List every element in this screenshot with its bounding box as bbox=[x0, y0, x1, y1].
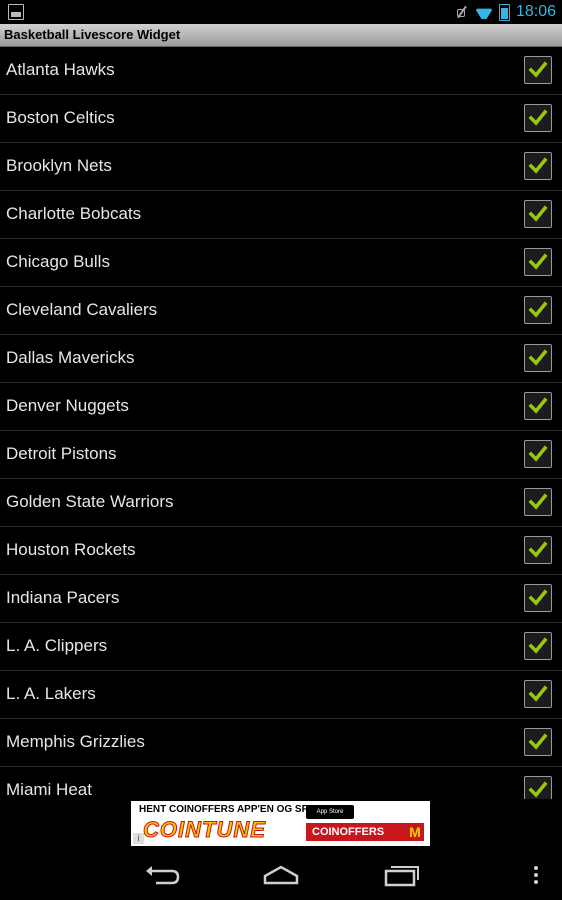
team-name: Dallas Mavericks bbox=[6, 348, 135, 367]
team-name: Houston Rockets bbox=[6, 540, 136, 559]
ad-info-icon[interactable]: i bbox=[133, 833, 144, 844]
team-row[interactable]: Memphis Grizzlies bbox=[0, 719, 562, 767]
team-checkbox[interactable] bbox=[524, 776, 552, 799]
team-checkbox[interactable] bbox=[524, 680, 552, 708]
checkmark-icon bbox=[528, 349, 548, 366]
checkmark-icon bbox=[528, 253, 548, 270]
team-name: Miami Heat bbox=[6, 780, 92, 799]
team-name: Golden State Warriors bbox=[6, 492, 174, 511]
ad-logo: COINTUNE bbox=[143, 817, 266, 843]
team-row[interactable]: Brooklyn Nets bbox=[0, 143, 562, 191]
team-checkbox[interactable] bbox=[524, 248, 552, 276]
team-name: Detroit Pistons bbox=[6, 444, 117, 463]
team-checkbox[interactable] bbox=[524, 344, 552, 372]
checkmark-icon bbox=[528, 109, 548, 126]
checkmark-icon bbox=[528, 445, 548, 462]
overflow-menu-icon[interactable] bbox=[528, 863, 544, 887]
checkmark-icon bbox=[528, 733, 548, 750]
checkmark-icon bbox=[528, 541, 548, 558]
team-name: Boston Celtics bbox=[6, 108, 115, 127]
team-row[interactable]: Chicago Bulls bbox=[0, 239, 562, 287]
team-checkbox[interactable] bbox=[524, 728, 552, 756]
team-list[interactable]: Atlanta Hawks Boston Celtics Brooklyn Nets… bbox=[0, 47, 562, 799]
team-checkbox[interactable] bbox=[524, 632, 552, 660]
team-name: Memphis Grizzlies bbox=[6, 732, 145, 751]
team-row[interactable]: Golden State Warriors bbox=[0, 479, 562, 527]
status-time: 18:06 bbox=[515, 3, 556, 20]
checkmark-icon bbox=[528, 493, 548, 510]
team-row[interactable]: Houston Rockets bbox=[0, 527, 562, 575]
navigation-bar bbox=[0, 850, 562, 900]
team-name: Indiana Pacers bbox=[6, 588, 120, 607]
ad-headline: HENT COINOFFERS APP'EN OG SPIL bbox=[139, 804, 318, 815]
team-name: Chicago Bulls bbox=[6, 252, 110, 271]
team-checkbox[interactable] bbox=[524, 56, 552, 84]
team-name: L. A. Clippers bbox=[6, 636, 108, 655]
team-checkbox[interactable] bbox=[524, 296, 552, 324]
wifi-icon bbox=[475, 5, 493, 19]
checkmark-icon bbox=[528, 61, 548, 78]
home-icon[interactable] bbox=[261, 863, 301, 887]
checkmark-icon bbox=[528, 781, 548, 798]
back-icon[interactable] bbox=[142, 863, 182, 887]
team-row[interactable]: Miami Heat bbox=[0, 767, 562, 799]
team-checkbox[interactable] bbox=[524, 584, 552, 612]
team-row[interactable]: Charlotte Bobcats bbox=[0, 191, 562, 239]
team-name: Brooklyn Nets bbox=[6, 156, 112, 175]
team-checkbox[interactable] bbox=[524, 440, 552, 468]
checkmark-icon bbox=[528, 397, 548, 414]
team-row[interactable]: Cleveland Cavaliers bbox=[0, 287, 562, 335]
team-row[interactable]: Atlanta Hawks bbox=[0, 47, 562, 95]
status-bar: 18:06 bbox=[0, 0, 562, 24]
checkmark-icon bbox=[528, 157, 548, 174]
team-checkbox[interactable] bbox=[524, 200, 552, 228]
team-row[interactable]: Detroit Pistons bbox=[0, 431, 562, 479]
mcdonalds-logo-icon: M bbox=[409, 824, 421, 840]
team-row[interactable]: Indiana Pacers bbox=[0, 575, 562, 623]
team-row[interactable]: L. A. Lakers bbox=[0, 671, 562, 719]
team-row[interactable]: Dallas Mavericks bbox=[0, 335, 562, 383]
team-name: L. A. Lakers bbox=[6, 684, 96, 703]
team-checkbox[interactable] bbox=[524, 488, 552, 516]
team-row[interactable]: L. A. Clippers bbox=[0, 623, 562, 671]
status-icons: 18:06 bbox=[455, 2, 556, 22]
team-name: Cleveland Cavaliers bbox=[6, 300, 158, 319]
checkmark-icon bbox=[528, 637, 548, 654]
recent-apps-icon[interactable] bbox=[382, 863, 422, 887]
team-row[interactable]: Boston Celtics bbox=[0, 95, 562, 143]
team-row[interactable]: Denver Nuggets bbox=[0, 383, 562, 431]
team-name: Atlanta Hawks bbox=[6, 60, 115, 79]
app-store-badge[interactable]: App Store bbox=[306, 805, 354, 819]
battery-icon bbox=[498, 3, 510, 21]
app-title-bar: Basketball Livescore Widget bbox=[0, 24, 562, 47]
team-checkbox[interactable] bbox=[524, 392, 552, 420]
app-title: Basketball Livescore Widget bbox=[4, 27, 181, 42]
checkmark-icon bbox=[528, 685, 548, 702]
team-name: Denver Nuggets bbox=[6, 396, 129, 415]
checkmark-icon bbox=[528, 589, 548, 606]
checkmark-icon bbox=[528, 205, 548, 222]
team-name: Charlotte Bobcats bbox=[6, 204, 142, 223]
checkmark-icon bbox=[528, 301, 548, 318]
team-checkbox[interactable] bbox=[524, 152, 552, 180]
ad-banner[interactable]: HENT COINOFFERS APP'EN OG SPIL COINTUNE … bbox=[131, 801, 430, 846]
image-icon bbox=[8, 4, 24, 20]
muted-icon bbox=[455, 5, 469, 19]
team-checkbox[interactable] bbox=[524, 536, 552, 564]
team-checkbox[interactable] bbox=[524, 104, 552, 132]
